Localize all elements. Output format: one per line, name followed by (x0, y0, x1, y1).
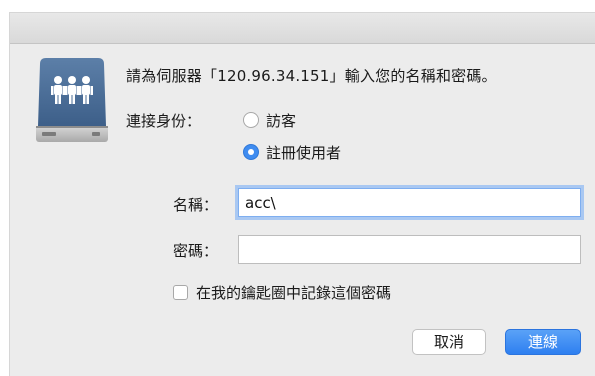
dialog-titlebar (10, 13, 595, 44)
remember-keychain-label[interactable]: 在我的鑰匙圈中記錄這個密碼 (196, 282, 391, 303)
password-field[interactable] (238, 235, 581, 264)
name-field[interactable] (238, 188, 581, 217)
connect-as-label: 連接身份： (126, 112, 202, 130)
name-label: 名稱： (173, 196, 219, 214)
remember-keychain-checkbox[interactable] (173, 285, 188, 300)
password-label: 密碼： (173, 242, 219, 260)
server-users-icon (36, 58, 108, 142)
radio-registered-user-label[interactable]: 註冊使用者 (266, 142, 341, 163)
radio-guest-label[interactable]: 訪客 (266, 110, 296, 131)
dialog-message: 請為伺服器「120.96.34.151」輸入您的名稱和密碼。 (126, 67, 497, 85)
cancel-button[interactable]: 取消 (412, 329, 486, 355)
radio-guest[interactable] (243, 112, 259, 128)
connect-button[interactable]: 連線 (505, 329, 581, 355)
radio-registered-user[interactable] (243, 144, 259, 160)
